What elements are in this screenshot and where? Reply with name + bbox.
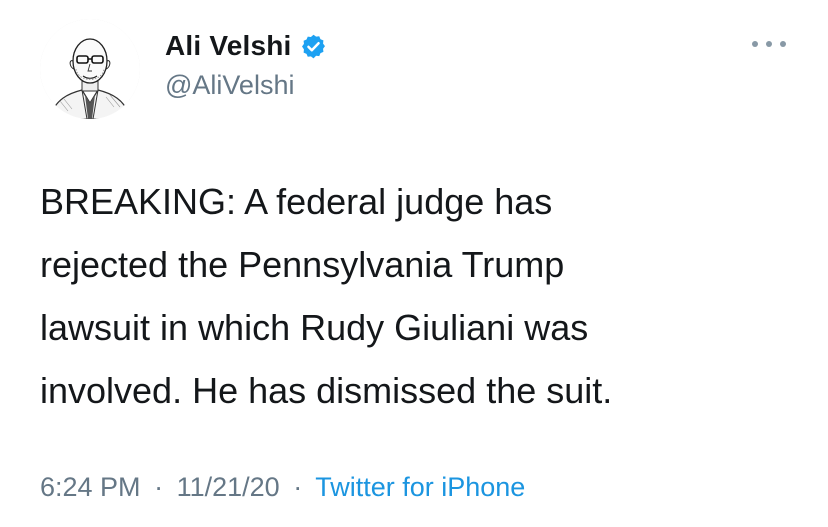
author-name-row: Ali Velshi [165,28,327,64]
author-handle[interactable]: @AliVelshi [165,70,294,101]
tweet-card: Ali Velshi @AliVelshi BREAKING: A federa… [0,0,828,527]
author-display-name[interactable]: Ali Velshi [165,30,292,62]
avatar[interactable] [40,19,140,119]
more-options-icon[interactable] [752,36,786,52]
tweet-meta: 6:24 PM · 11/21/20 · Twitter for iPhone [40,472,525,503]
avatar-portrait-image [40,19,140,119]
tweet-source-link[interactable]: Twitter for iPhone [315,472,525,502]
meta-separator: · [293,472,303,502]
more-dot [752,41,758,47]
tweet-text: BREAKING: A federal judge has rejected t… [40,181,613,411]
tweet-date[interactable]: 11/21/20 [177,472,280,502]
tweet-time[interactable]: 6:24 PM [40,472,141,502]
more-dot [780,41,786,47]
meta-separator: · [154,472,164,502]
verified-badge-icon [300,33,327,60]
more-dot [766,41,772,47]
